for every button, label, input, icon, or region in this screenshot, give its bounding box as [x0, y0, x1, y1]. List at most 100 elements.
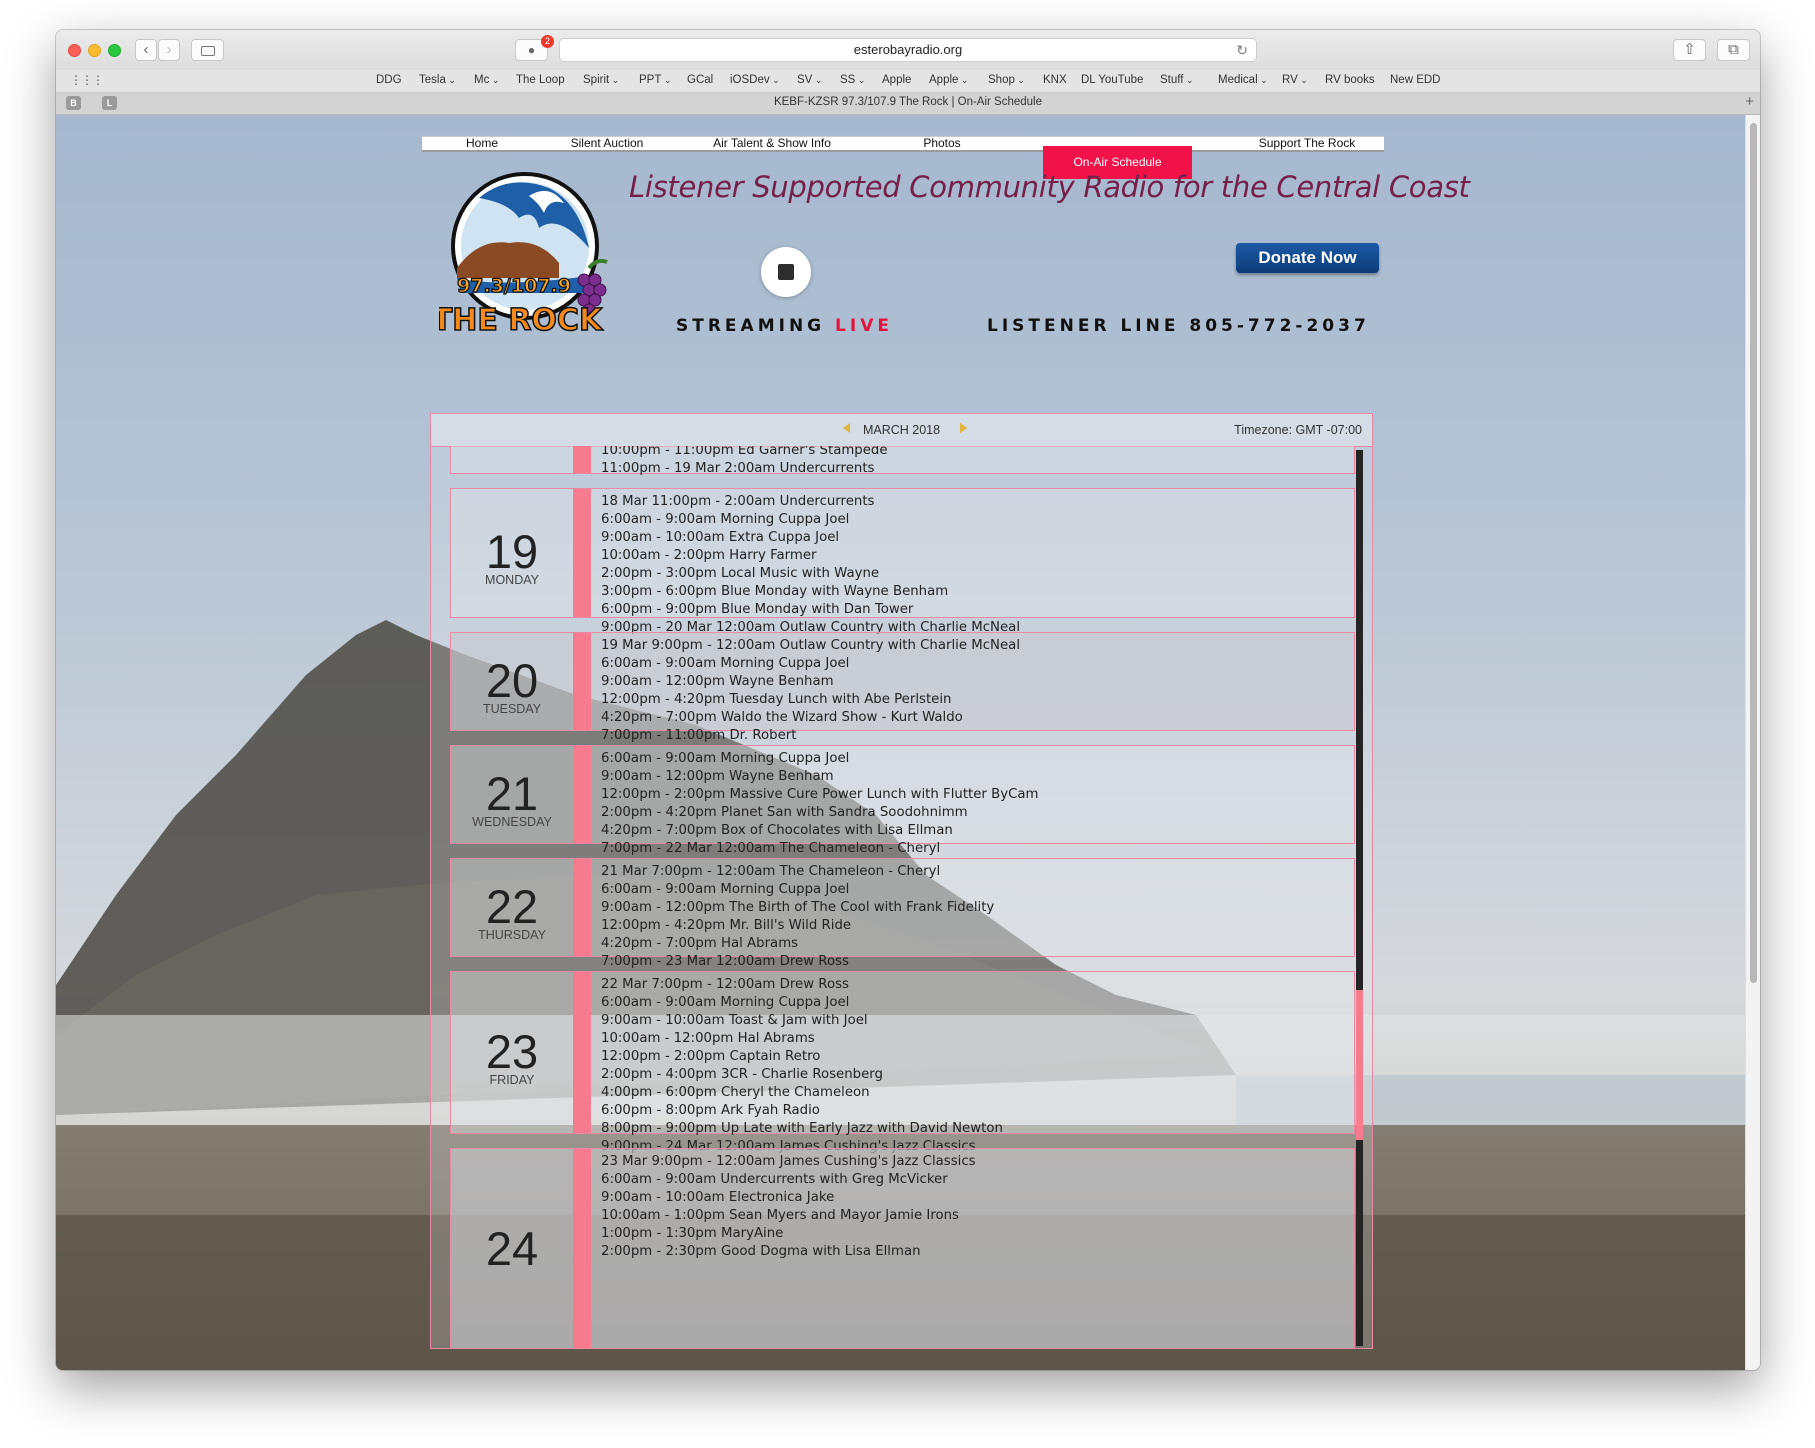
show-entry[interactable]: 9:00am - 12:00pm Wayne Benham	[601, 768, 1039, 786]
forward-button[interactable]: ›	[158, 39, 180, 61]
bookmark-folder[interactable]: Mc	[474, 74, 499, 86]
show-entry[interactable]: 6:00am - 9:00am Morning Cuppa Joel	[601, 511, 1020, 529]
show-entry[interactable]: 8:00pm - 9:00pm Up Late with Early Jazz …	[601, 1120, 1003, 1138]
donate-button[interactable]: Donate Now	[1236, 243, 1379, 273]
show-entry[interactable]: 9:00am - 10:00am Toast & Jam with Joel	[601, 1012, 1003, 1030]
day-date-cell	[451, 446, 573, 473]
show-entry[interactable]: 4:00pm - 6:00pm Cheryl the Chameleon	[601, 1084, 1003, 1102]
day-accent-bar	[573, 446, 591, 473]
nav-silent-auction[interactable]: Silent Auction	[542, 136, 672, 150]
page-scrollbar[interactable]	[1745, 115, 1760, 1370]
show-entry[interactable]: 12:00pm - 4:20pm Mr. Bill's Wild Ride	[601, 917, 994, 935]
bookmark-folder[interactable]: PPT	[639, 74, 671, 86]
show-entry[interactable]: 9:00am - 12:00pm The Birth of The Cool w…	[601, 899, 994, 917]
show-entry[interactable]: 6:00am - 9:00am Morning Cuppa Joel	[601, 881, 994, 899]
show-entry[interactable]: 12:00pm - 4:20pm Tuesday Lunch with Abe …	[601, 691, 1020, 709]
bookmark-item[interactable]: DL YouTube	[1081, 74, 1143, 86]
share-icon: ⇧	[1683, 41, 1696, 58]
show-entry[interactable]: 7:00pm - 11:00pm Dr. Robert	[601, 727, 1020, 745]
bookmark-folder[interactable]: Spirit	[583, 74, 619, 86]
nav-air-talent[interactable]: Air Talent & Show Info	[672, 136, 872, 150]
stream-stop-button[interactable]	[761, 247, 811, 297]
tab-overview-button[interactable]: ⧉	[1717, 39, 1750, 61]
bookmark-item[interactable]: KNX	[1043, 74, 1067, 86]
show-entry[interactable]: 18 Mar 11:00pm - 2:00am Undercurrents	[601, 493, 1020, 511]
bookmark-item[interactable]: RV books	[1325, 74, 1375, 86]
bookmark-folder[interactable]: SS	[840, 74, 865, 86]
bookmark-folder[interactable]: Shop	[988, 74, 1025, 86]
active-tab-title[interactable]: KEBF-KZSR 97.3/107.9 The Rock | On-Air S…	[56, 96, 1760, 108]
show-entry[interactable]: 10:00am - 2:00pm Harry Farmer	[601, 547, 1020, 565]
bookmark-folder[interactable]: SV	[797, 74, 822, 86]
show-entry[interactable]: 6:00am - 9:00am Morning Cuppa Joel	[601, 994, 1003, 1012]
show-entry[interactable]: 6:00pm - 9:00pm Blue Monday with Dan Tow…	[601, 601, 1020, 619]
chevron-left-icon: ‹	[143, 41, 149, 58]
show-entry[interactable]: 22 Mar 7:00pm - 12:00am Drew Ross	[601, 976, 1003, 994]
back-button[interactable]: ‹	[135, 39, 157, 61]
show-entry[interactable]: 4:20pm - 7:00pm Box of Chocolates with L…	[601, 822, 1039, 840]
bookmark-folder[interactable]: Apple	[929, 74, 968, 86]
day-accent-bar	[573, 746, 591, 843]
show-entry[interactable]: 9:00am - 12:00pm Wayne Benham	[601, 673, 1020, 691]
reload-icon[interactable]: ↻	[1236, 39, 1248, 61]
show-entry[interactable]: 19 Mar 9:00pm - 12:00am Outlaw Country w…	[601, 637, 1020, 655]
bookmark-item[interactable]: Apple	[882, 74, 911, 86]
show-entry[interactable]: 4:20pm - 7:00pm Waldo the Wizard Show - …	[601, 709, 1020, 727]
top-sites-grid-icon[interactable]: ⋮⋮⋮	[70, 73, 104, 87]
show-entry[interactable]: 2:00pm - 2:30pm Good Dogma with Lisa Ell…	[601, 1243, 976, 1261]
show-entry[interactable]: 9:00am - 10:00am Extra Cuppa Joel	[601, 529, 1020, 547]
show-entry[interactable]: 21 Mar 7:00pm - 12:00am The Chameleon - …	[601, 863, 994, 881]
tab-bar: B L KEBF-KZSR 97.3/107.9 The Rock | On-A…	[56, 93, 1760, 115]
show-entry[interactable]: 2:00pm - 3:00pm Local Music with Wayne	[601, 565, 1020, 583]
bookmark-item[interactable]: New EDD	[1390, 74, 1440, 86]
show-entry[interactable]: 6:00am - 9:00am Morning Cuppa Joel	[601, 750, 1039, 768]
show-entry[interactable]: 4:20pm - 7:00pm Hal Abrams	[601, 935, 994, 953]
nav-home[interactable]: Home	[422, 136, 542, 150]
show-entry[interactable]: 6:00pm - 8:00pm Ark Fyah Radio	[601, 1102, 1003, 1120]
minimize-window-button[interactable]	[88, 44, 101, 57]
schedule-scrollbar-thumb[interactable]	[1356, 990, 1363, 1140]
sidebar-toggle-button[interactable]	[191, 39, 224, 61]
bookmark-folder[interactable]: RV	[1282, 74, 1308, 86]
show-entry[interactable]: 12:00pm - 2:00pm Massive Cure Power Lunc…	[601, 786, 1039, 804]
zoom-window-button[interactable]	[108, 44, 121, 57]
show-entry[interactable]: 10:00am - 12:00pm Hal Abrams	[601, 1030, 1003, 1048]
show-entry[interactable]: 6:00am - 9:00am Morning Cuppa Joel	[601, 655, 1020, 673]
show-entry[interactable]: 11:00pm - 19 Mar 2:00am Undercurrents	[601, 460, 888, 478]
schedule-scrollbar[interactable]	[1356, 450, 1363, 1346]
close-window-button[interactable]	[68, 44, 81, 57]
show-entry[interactable]: 2:00pm - 4:20pm Planet San with Sandra S…	[601, 804, 1039, 822]
station-logo[interactable]: 97.3/107.9 THE ROCK	[439, 168, 619, 348]
day-number: 21	[485, 767, 539, 820]
page-scrollbar-thumb[interactable]	[1750, 123, 1757, 983]
show-entry[interactable]: 3:00pm - 6:00pm Blue Monday with Wayne B…	[601, 583, 1020, 601]
bookmark-folder[interactable]: iOSDev	[730, 74, 780, 86]
nav-support[interactable]: Support The Rock	[1232, 136, 1382, 150]
address-bar[interactable]: esterobayradio.org ↻	[559, 38, 1257, 62]
show-entry[interactable]: 7:00pm - 22 Mar 12:00am The Chameleon - …	[601, 840, 1039, 858]
new-tab-plus-icon[interactable]: +	[1745, 93, 1754, 110]
show-entry[interactable]: 1:00pm - 1:30pm MaryAine	[601, 1225, 976, 1243]
sidebar-icon	[200, 46, 215, 56]
nav-photos[interactable]: Photos	[872, 136, 1012, 150]
bookmark-item[interactable]: The Loop	[516, 74, 565, 86]
logo-frequency-text: 97.3/107.9	[457, 275, 571, 297]
bookmark-item[interactable]: DDG	[376, 74, 402, 86]
show-entry[interactable]: 9:00am - 10:00am Electronica Jake	[601, 1189, 976, 1207]
show-entry[interactable]: 23 Mar 9:00pm - 12:00am James Cushing's …	[601, 1153, 976, 1171]
share-button[interactable]: ⇧	[1673, 39, 1706, 61]
show-entry[interactable]: 6:00am - 9:00am Undercurrents with Greg …	[601, 1171, 976, 1189]
bookmark-item[interactable]: GCal	[687, 74, 713, 86]
show-entry[interactable]: 2:00pm - 4:00pm 3CR - Charlie Rosenberg	[601, 1066, 1003, 1084]
show-entry[interactable]: 7:00pm - 23 Mar 12:00am Drew Ross	[601, 953, 994, 971]
day-shows: 18 Mar 11:00pm - 2:00am Undercurrents 6:…	[601, 493, 1020, 637]
show-entry[interactable]: 10:00am - 1:00pm Sean Myers and Mayor Ja…	[601, 1207, 976, 1225]
bookmark-folder[interactable]: Stuff	[1160, 74, 1194, 86]
schedule-days: 10:00pm - 11:00pm Ed Garner's Stampede 1…	[431, 446, 1372, 1348]
schedule-day: 24 23 Mar 9:00pm - 12:00am James Cushing…	[450, 1148, 1355, 1348]
bookmark-folder[interactable]: Medical	[1218, 74, 1268, 86]
show-entry[interactable]: 12:00pm - 2:00pm Captain Retro	[601, 1048, 1003, 1066]
show-entry[interactable]: 10:00pm - 11:00pm Ed Garner's Stampede	[601, 446, 888, 460]
next-month-arrow-icon[interactable]	[960, 423, 967, 433]
bookmark-folder[interactable]: Tesla	[419, 74, 456, 86]
